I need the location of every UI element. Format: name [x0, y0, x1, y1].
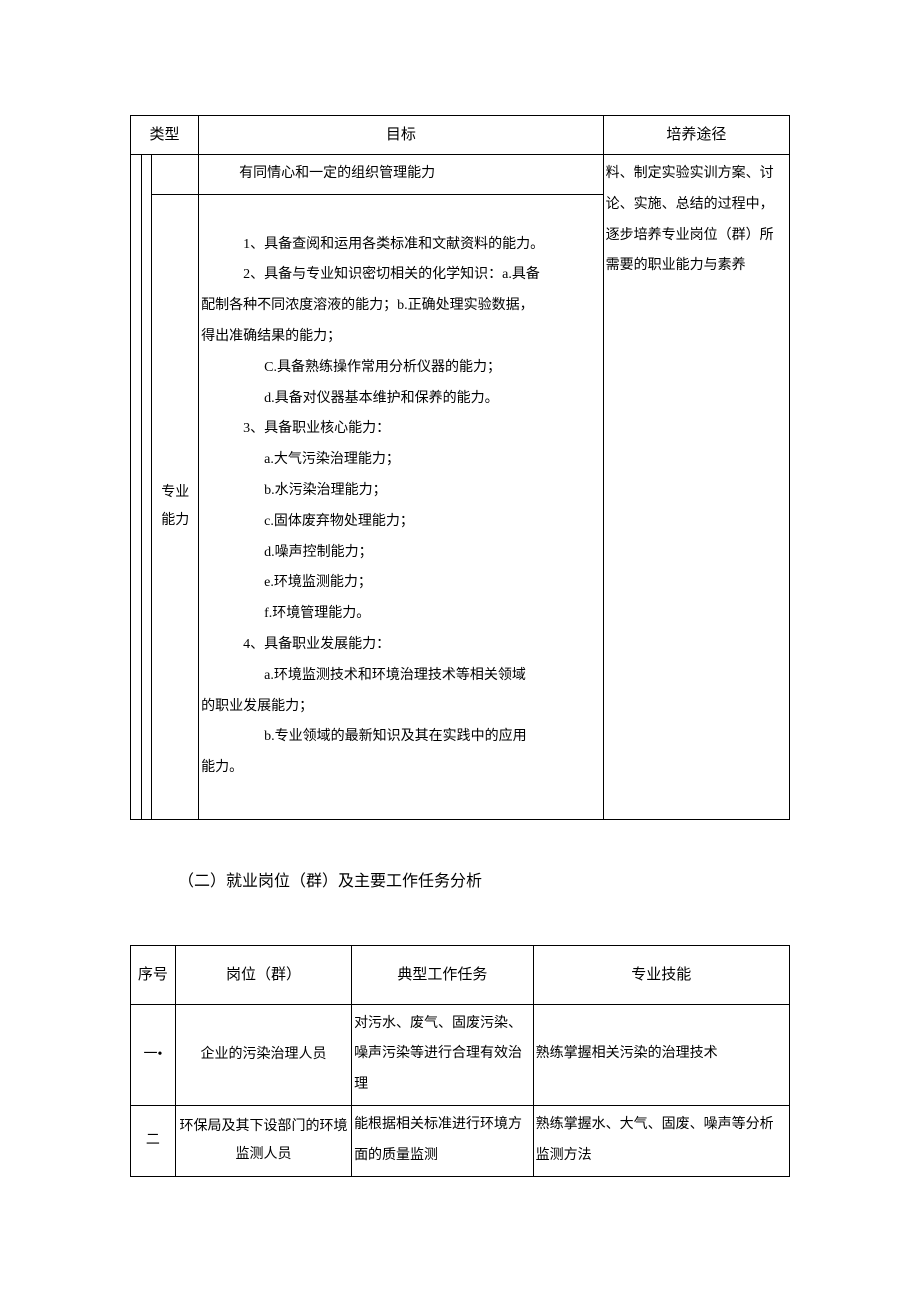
header-skill: 专业技能 — [533, 945, 789, 1004]
line — [201, 206, 205, 221]
line: b.水污染治理能力； — [201, 476, 601, 507]
header-no: 序号 — [131, 945, 176, 1004]
job-analysis-table: 序号 岗位（群） 典型工作任务 专业技能 一• 企业的污染治理人员 对污水、废气… — [130, 945, 790, 1177]
cell-target-row2: 1、具备查阅和运用各类标准和文献资料的能力。 2、具备与专业知识密切相关的化学知… — [199, 194, 604, 819]
cell-task: 对污水、废气、固废污染、噪声污染等进行合理有效治理 — [352, 1004, 534, 1105]
cell-task: 能根据相关标准进行环境方面的质量监测 — [352, 1105, 534, 1176]
header-type: 类型 — [131, 116, 199, 155]
cell-blank — [141, 155, 152, 820]
line: d.具备对仪器基本维护和保养的能力。 — [201, 384, 601, 415]
page: 类型 目标 培养途径 有同情心和一定的组织管理能力 料、制定实验实训方案、讨论、… — [0, 0, 920, 1301]
line: e.环境监测能力； — [201, 568, 601, 599]
header-target: 目标 — [199, 116, 604, 155]
line: 2、具备与专业知识密切相关的化学知识：a.具备 — [201, 260, 601, 291]
cell-no: 一• — [131, 1004, 176, 1105]
line — [201, 791, 205, 806]
section-title: （二）就业岗位（群）及主要工作任务分析 — [178, 868, 790, 897]
cell-skill: 熟练掌握水、大气、固废、噪声等分析监测方法 — [533, 1105, 789, 1176]
table-row: 二 环保局及其下设部门的环境监测人员 能根据相关标准进行环境方面的质量监测 熟练… — [131, 1105, 790, 1176]
header-task: 典型工作任务 — [352, 945, 534, 1004]
cell-skill: 熟练掌握相关污染的治理技术 — [533, 1004, 789, 1105]
line: 3、具备职业核心能力： — [201, 414, 601, 445]
line: 1、具备查阅和运用各类标准和文献资料的能力。 — [201, 230, 601, 261]
cell-path: 料、制定实验实训方案、讨论、实施、总结的过程中，逐步培养专业岗位（群）所需要的职… — [603, 155, 789, 820]
table-header-row: 类型 目标 培养途径 — [131, 116, 790, 155]
header-position: 岗位（群） — [175, 945, 351, 1004]
table-row: 一• 企业的污染治理人员 对污水、废气、固废污染、噪声污染等进行合理有效治理 熟… — [131, 1004, 790, 1105]
category-label: 专业能力 — [161, 485, 189, 528]
cell-no: 二 — [131, 1105, 176, 1176]
cell-blank — [152, 155, 199, 195]
line: f.环境管理能力。 — [201, 599, 601, 630]
header-path: 培养途径 — [603, 116, 789, 155]
line: a.大气污染治理能力； — [201, 445, 601, 476]
line: d.噪声控制能力； — [201, 538, 601, 569]
line: a.环境监测技术和环境治理技术等相关领域 — [201, 661, 601, 692]
cell-target-row1: 有同情心和一定的组织管理能力 — [199, 155, 604, 195]
cell-position: 环保局及其下设部门的环境监测人员 — [175, 1105, 351, 1176]
line: c.固体废弃物处理能力； — [201, 507, 601, 538]
line: C.具备熟练操作常用分析仪器的能力； — [201, 353, 601, 384]
cell-blank — [131, 155, 142, 820]
line: 的职业发展能力； — [201, 692, 601, 723]
table-header-row: 序号 岗位（群） 典型工作任务 专业技能 — [131, 945, 790, 1004]
competency-table: 类型 目标 培养途径 有同情心和一定的组织管理能力 料、制定实验实训方案、讨论、… — [130, 115, 790, 820]
line: 配制各种不同浓度溶液的能力；b.正确处理实验数据， — [201, 291, 601, 322]
line: 得出准确结果的能力； — [201, 322, 601, 353]
cell-category: 专业能力 — [152, 194, 199, 819]
table-row: 有同情心和一定的组织管理能力 料、制定实验实训方案、讨论、实施、总结的过程中，逐… — [131, 155, 790, 195]
line: 能力。 — [201, 753, 601, 784]
line: b.专业领域的最新知识及其在实践中的应用 — [201, 722, 601, 753]
cell-position: 企业的污染治理人员 — [175, 1004, 351, 1105]
line: 4、具备职业发展能力： — [201, 630, 601, 661]
